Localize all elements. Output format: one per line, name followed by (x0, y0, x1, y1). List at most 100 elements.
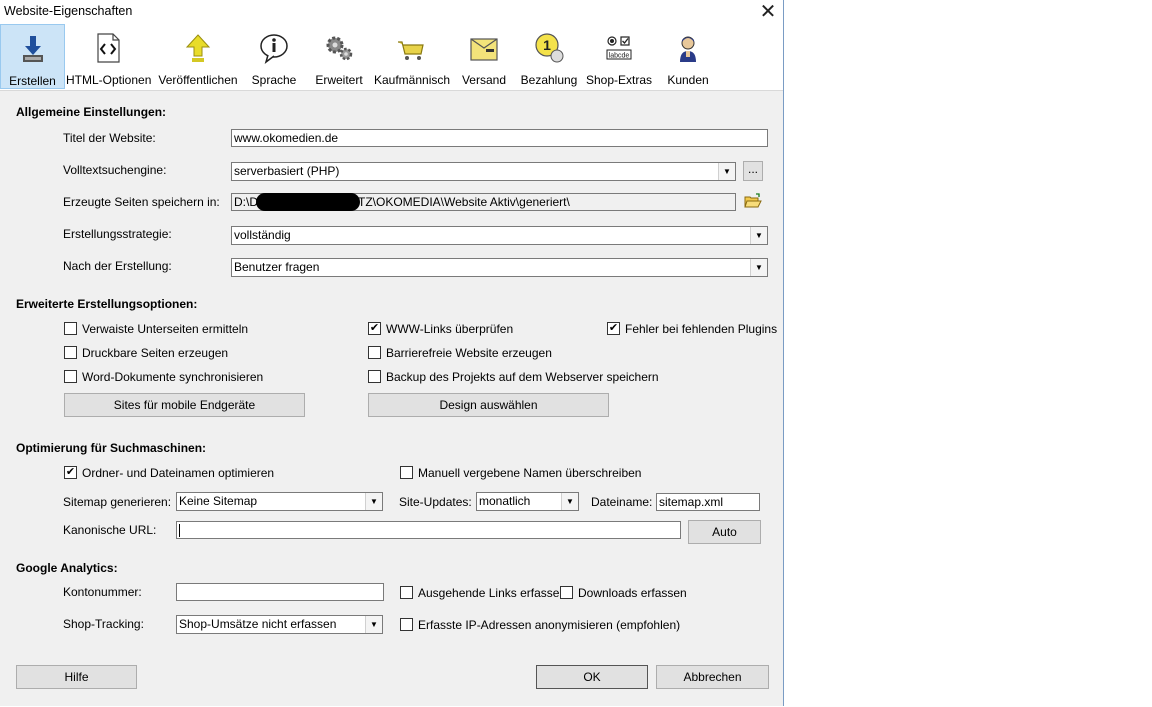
output-path-prefix: D:\D (234, 195, 258, 209)
tab-versand[interactable]: Versand (456, 24, 512, 89)
tab-html-optionen[interactable]: HTML-Optionen (66, 24, 152, 89)
after-creation-select[interactable]: Benutzer fragen ▼ (231, 258, 768, 277)
orphan-pages-checkbox[interactable] (64, 322, 77, 335)
printable-pages-checkbox[interactable] (64, 346, 77, 359)
shop-tracking-value: Shop-Umsätze nicht erfassen (179, 617, 337, 631)
ok-button[interactable]: OK (536, 665, 648, 689)
outgoing-links-checkbox[interactable] (400, 586, 413, 599)
tab-erstellen[interactable]: Erstellen (0, 24, 65, 89)
shopping-cart-icon (398, 41, 424, 60)
anonymize-ip-label: Erfasste IP-Adressen anonymisieren (empf… (418, 618, 681, 632)
section-analytics-heading: Google Analytics: (16, 561, 118, 575)
tab-label: Erweitert (315, 73, 363, 87)
website-title-input[interactable]: www.okomedien.de (231, 129, 768, 147)
outgoing-links-label: Ausgehende Links erfassen (418, 586, 567, 600)
filename-label: Dateiname: (591, 495, 653, 509)
tab-erweitert[interactable]: Erweitert (308, 24, 370, 89)
website-title-label: Titel der Website: (63, 131, 156, 145)
window-title: Website-Eigenschaften (4, 4, 133, 18)
tab-bezahlung[interactable]: 1 Bezahlung (518, 24, 580, 89)
tab-label: Kaufmännisch (374, 73, 451, 87)
chevron-down-icon: ▼ (365, 616, 382, 633)
text-caret (179, 524, 180, 538)
strategy-select[interactable]: vollständig ▼ (231, 226, 768, 245)
optimize-names-checkbox[interactable]: ✔ (64, 466, 77, 479)
tab-label: Sprache (251, 73, 297, 87)
orphan-pages-label: Verwaiste Unterseiten ermitteln (82, 322, 249, 336)
tab-sprache[interactable]: Sprache (246, 24, 302, 89)
anonymize-ip-checkbox[interactable] (400, 618, 413, 631)
search-engine-more-button[interactable]: ... (743, 161, 763, 181)
strategy-label: Erstellungsstrategie: (63, 227, 172, 241)
sitemap-value: Keine Sitemap (179, 494, 258, 508)
output-path-suffix: TZ\OKOMEDIA\Website Aktiv\generiert\ (358, 195, 570, 209)
help-button[interactable]: Hilfe (16, 665, 137, 689)
html-code-icon (97, 33, 120, 63)
after-creation-value: Benutzer fragen (234, 260, 320, 274)
shipping-box-icon (470, 38, 498, 61)
chevron-down-icon: ▼ (750, 227, 767, 244)
tab-label: Veröffentlichen (158, 73, 238, 87)
design-select-button[interactable]: Design auswählen (368, 393, 609, 417)
search-engine-select[interactable]: serverbasiert (PHP) ▼ (231, 162, 736, 181)
chevron-down-icon: ▼ (365, 493, 382, 510)
tab-shop-extras[interactable]: labcde Shop-Extras (584, 24, 654, 89)
sitemap-select[interactable]: Keine Sitemap ▼ (176, 492, 383, 511)
customer-person-icon (680, 36, 696, 62)
tab-label: Kunden (667, 73, 709, 87)
strategy-value: vollständig (234, 228, 291, 242)
override-names-label: Manuell vergebene Namen überschreiben (418, 466, 642, 480)
chevron-down-icon: ▼ (561, 493, 578, 510)
www-links-label: WWW-Links überprüfen (386, 322, 514, 336)
downloads-checkbox[interactable] (560, 586, 573, 599)
canonical-url-label: Kanonische URL: (63, 523, 157, 537)
word-sync-label: Word-Dokumente synchronisieren (82, 370, 264, 384)
account-number-input[interactable] (176, 583, 384, 601)
tab-veroeffentlichen[interactable]: Veröffentlichen (155, 24, 241, 89)
title-bar: Website-Eigenschaften ✕ (0, 0, 783, 24)
accessible-website-label: Barrierefreie Website erzeugen (386, 346, 552, 360)
chevron-down-icon: ▼ (718, 163, 735, 180)
mobile-sites-button[interactable]: Sites für mobile Endgeräte (64, 393, 305, 417)
word-sync-checkbox[interactable] (64, 370, 77, 383)
canonical-url-input[interactable] (176, 521, 681, 539)
tab-label: Erstellen (9, 74, 56, 88)
form-controls-icon: labcde (606, 36, 632, 60)
output-path-label: Erzeugte Seiten speichern in: (63, 195, 220, 209)
tab-label: Bezahlung (520, 73, 578, 87)
site-updates-label: Site-Updates: (399, 495, 472, 509)
cancel-button[interactable]: Abbrechen (656, 665, 769, 689)
missing-plugins-label: Fehler bei fehlenden Plugins (625, 322, 778, 336)
auto-button[interactable]: Auto (688, 520, 761, 544)
tab-kunden[interactable]: Kunden (660, 24, 716, 89)
site-updates-select[interactable]: monatlich ▼ (476, 492, 579, 511)
close-icon[interactable]: ✕ (757, 1, 779, 23)
shop-tracking-select[interactable]: Shop-Umsätze nicht erfassen ▼ (176, 615, 383, 634)
section-general-heading: Allgemeine Einstellungen: (16, 105, 167, 119)
sitemap-label: Sitemap generieren: (63, 495, 172, 509)
tab-kaufmaennisch[interactable]: Kaufmännisch (374, 24, 451, 89)
gears-icon (326, 36, 353, 61)
payment-coin-icon: 1 (535, 33, 564, 63)
override-names-checkbox[interactable] (400, 466, 413, 479)
tab-label: HTML-Optionen (66, 73, 152, 87)
missing-plugins-checkbox[interactable]: ✔ (607, 322, 620, 335)
browse-folder-button[interactable] (743, 192, 763, 212)
filename-input[interactable]: sitemap.xml (656, 493, 760, 511)
chevron-down-icon: ▼ (750, 259, 767, 276)
accessible-website-checkbox[interactable] (368, 346, 381, 359)
redaction-mark (256, 193, 360, 211)
www-links-checkbox[interactable]: ✔ (368, 322, 381, 335)
info-speech-icon (260, 34, 288, 64)
tab-label: Versand (461, 73, 507, 87)
toolbar: Erstellen HTML-Optionen Veröffentlichen (0, 24, 783, 89)
svg-text:labcde: labcde (609, 53, 630, 60)
optimize-names-label: Ordner- und Dateinamen optimieren (82, 466, 275, 480)
printable-pages-label: Druckbare Seiten erzeugen (82, 346, 229, 360)
search-engine-label: Volltextsuchengine: (63, 163, 167, 177)
search-engine-value: serverbasiert (PHP) (234, 164, 340, 178)
upload-arrow-icon (185, 34, 211, 62)
backup-checkbox[interactable] (368, 370, 381, 383)
account-number-label: Kontonummer: (63, 585, 142, 599)
section-seo-heading: Optimierung für Suchmaschinen: (16, 441, 207, 455)
